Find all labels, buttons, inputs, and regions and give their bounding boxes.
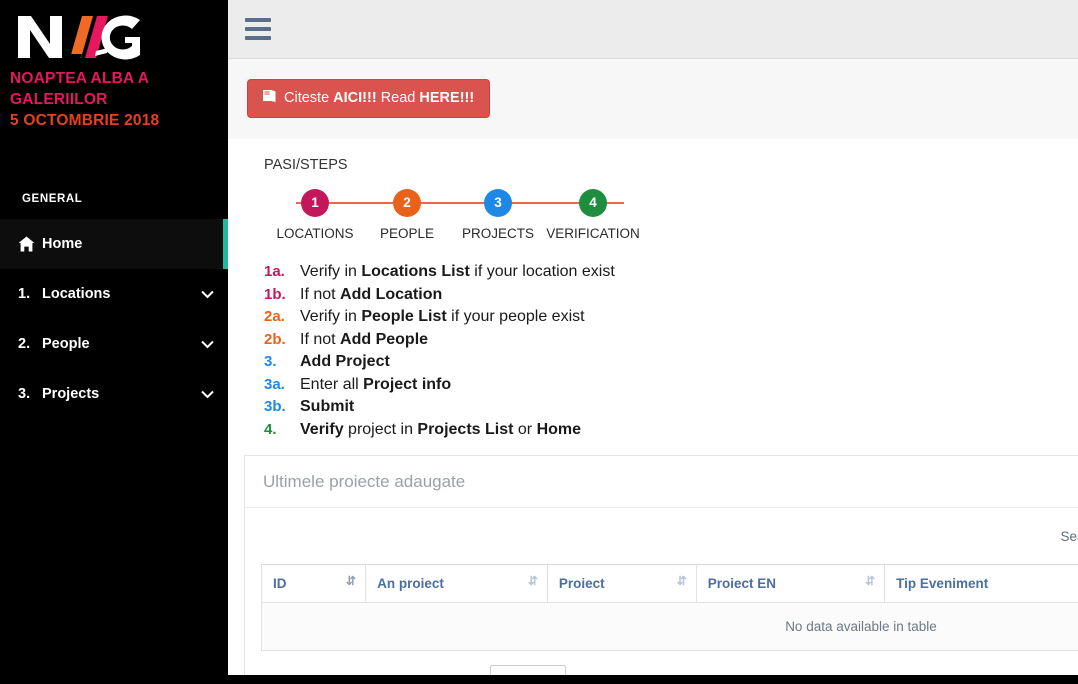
sidebar-item-people[interactable]: 2. People (0, 319, 228, 369)
step-2-bubble[interactable]: 2 (393, 189, 421, 217)
panel-body: Search: ID ⇵ (245, 508, 1078, 684)
instruction-3b: 3b. Submit (264, 396, 1078, 419)
instruction-4-key: 4. (264, 420, 277, 438)
table-empty-row: No data available in table (261, 602, 1078, 651)
step-verification[interactable]: 4 VERIFICATION (538, 189, 648, 241)
main-area: Citeste AICI!!! Read HERE!!! PASI/STEPS … (228, 0, 1078, 684)
column-header-an-proiect[interactable]: An proiect ⇵ (365, 564, 548, 603)
brand-event-title: NOAPTEA ALBA A GALERIILOR 5 OCTOMBRIE 20… (0, 62, 228, 131)
column-header-proiect-label: Proiect (558, 576, 605, 591)
sidebar-section-title: GENERAL (22, 193, 83, 205)
sidebar-item-locations-label: Locations (42, 286, 111, 302)
instruction-3b-text: Submit (300, 398, 355, 415)
sidebar-item-projects[interactable]: 3. Projects (0, 369, 228, 419)
column-header-id[interactable]: ID ⇵ (261, 564, 367, 603)
instruction-1a: 1a. Verify in Locations List if your loc… (264, 261, 1078, 284)
table-empty-message: No data available in table (261, 602, 1078, 651)
instruction-2a-key: 2a. (264, 308, 285, 325)
instruction-1a-text: Verify in Locations List if your locatio… (300, 263, 615, 280)
page-root: NOAPTEA ALBA A GALERIILOR 5 OCTOMBRIE 20… (0, 0, 1078, 684)
panel-header: Ultimele proiecte adaugate (245, 456, 1078, 508)
instruction-1b: 1b. If not Add Location (264, 284, 1078, 307)
sidebar-item-projects-label: Projects (42, 386, 100, 402)
latest-projects-panel: Ultimele proiecte adaugate Search: (244, 455, 1078, 684)
instruction-3: 3. Add Project (264, 351, 1078, 374)
instruction-1b-text: If not Add Location (300, 285, 443, 303)
instruction-2b-key: 2b. (264, 330, 286, 348)
step-3-bubble[interactable]: 3 (484, 189, 512, 217)
column-header-proiect-en[interactable]: Proiect EN ⇵ (695, 564, 886, 603)
instruction-3-text: Add Project (300, 353, 390, 370)
footer-bar (228, 675, 1078, 684)
read-here-button[interactable]: Citeste AICI!!! Read HERE!!! (247, 79, 491, 118)
sort-none-icon[interactable]: ⇵ (528, 574, 538, 588)
step-1-bubble[interactable]: 1 (301, 189, 329, 217)
instruction-3b-key: 3b. (264, 398, 286, 415)
sidebar-item-people-number: 2. (18, 336, 31, 352)
step-4-bubble[interactable]: 4 (579, 189, 607, 217)
column-header-proiect-en-label: Proiect EN (707, 576, 777, 591)
instruction-4: 4. Verify project in Projects List or Ho… (264, 419, 1078, 442)
sidebar-item-people-label: People (42, 336, 90, 352)
instruction-1b-key: 1b. (264, 285, 286, 303)
chevron-down-icon[interactable] (201, 290, 214, 299)
hamburger-icon[interactable] (245, 18, 271, 40)
steps-progress: 1 LOCATIONS 2 PEOPLE 3 PROJECTS 4 VERIFI… (272, 189, 648, 249)
alert-band: Citeste AICI!!! Read HERE!!! (228, 59, 1078, 139)
sidebar-item-locations[interactable]: 1. Locations (0, 269, 228, 319)
chevron-down-icon[interactable] (201, 390, 214, 399)
column-header-id-label: ID (273, 576, 287, 591)
brand-logo[interactable] (0, 0, 228, 62)
sidebar-item-home[interactable]: Home (0, 219, 228, 269)
sidebar-item-locations-number: 1. (18, 286, 31, 302)
column-header-tip-eveniment-label: Tip Eveniment (896, 576, 989, 591)
brand-line-3: 5 OCTOMBRIE 2018 (10, 112, 160, 129)
instruction-2a: 2a. Verify in People List if your people… (264, 306, 1078, 329)
column-header-tip-eveniment[interactable]: Tip Eveniment ⇵ (884, 564, 1078, 603)
table-scroll-container: ID ⇵ An proiect ⇵ Proiect ⇵ Proiect EN ⇵… (261, 564, 1078, 651)
column-header-proiect[interactable]: Proiect ⇵ (546, 564, 697, 603)
step-2-caption: PEOPLE (379, 226, 435, 241)
instruction-2b: 2b. If not Add People (264, 329, 1078, 352)
step-1-caption: LOCATIONS (276, 226, 354, 241)
step-people[interactable]: 2 PEOPLE (364, 189, 450, 241)
instruction-3-key: 3. (264, 353, 277, 370)
step-locations[interactable]: 1 LOCATIONS (272, 189, 358, 241)
chevron-down-icon[interactable] (201, 340, 214, 349)
search-row: Search: (261, 521, 1078, 564)
sort-none-icon[interactable]: ⇵ (677, 574, 687, 588)
instruction-4-text: Verify project in Projects List or Home (300, 420, 582, 438)
instruction-2b-text: If not Add People (300, 330, 429, 348)
read-here-text: Citeste AICI!!! Read HERE!!! (284, 90, 475, 106)
nag-logo-icon (18, 15, 140, 60)
content-card: PASI/STEPS 1 LOCATIONS 2 PEOPLE 3 PROJEC… (238, 139, 1078, 441)
instruction-3a-key: 3a. (264, 375, 285, 393)
sidebar-item-home-label: Home (42, 236, 83, 252)
sidebar-item-projects-number: 3. (18, 386, 31, 402)
sidebar: NOAPTEA ALBA A GALERIILOR 5 OCTOMBRIE 20… (0, 0, 228, 684)
instruction-3a-text: Enter all Project info (300, 375, 452, 393)
sort-none-icon[interactable]: ⇵ (865, 574, 875, 588)
column-header-an-proiect-label: An proiect (377, 576, 444, 591)
sort-desc-icon[interactable]: ⇵ (346, 574, 356, 588)
home-icon (18, 236, 40, 252)
table-header-row: ID ⇵ An proiect ⇵ Proiect ⇵ Proiect EN ⇵… (261, 564, 1078, 603)
steps-section-label: PASI/STEPS (264, 157, 348, 173)
step-3-caption: PROJECTS (461, 226, 534, 241)
instruction-2a-text: Verify in People List if your people exi… (300, 308, 585, 325)
instructions-list: 1a. Verify in Locations List if your loc… (264, 261, 1078, 441)
brand-line-1: NOAPTEA ALBA A (10, 70, 150, 87)
top-navbar (228, 0, 1078, 59)
step-projects[interactable]: 3 PROJECTS (455, 189, 541, 241)
instruction-1a-key: 1a. (264, 263, 285, 280)
brand-line-2: GALERIILOR (10, 91, 108, 108)
projects-table: ID ⇵ An proiect ⇵ Proiect ⇵ Proiect EN ⇵… (261, 564, 1078, 651)
table-body: No data available in table (261, 602, 1078, 651)
book-icon (262, 89, 277, 107)
step-4-caption: VERIFICATION (546, 226, 640, 241)
search-label: Search: (1060, 528, 1078, 544)
panel-title: Ultimele proiecte adaugate (263, 472, 466, 491)
instruction-3a: 3a. Enter all Project info (264, 374, 1078, 397)
